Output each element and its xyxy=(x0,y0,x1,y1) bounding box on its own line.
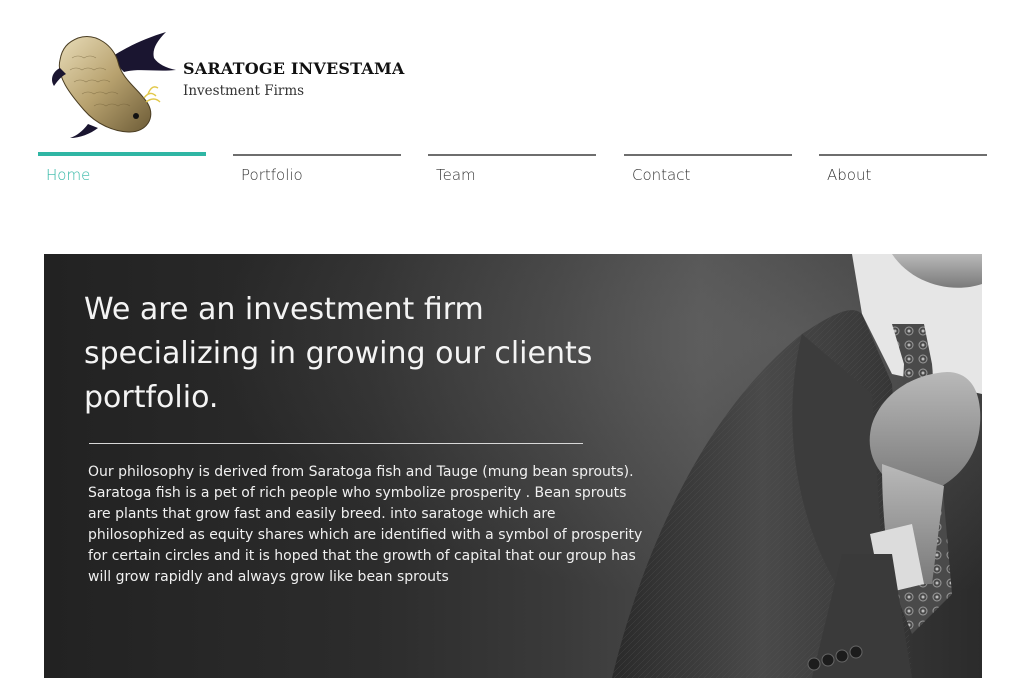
nav-item-label: Home xyxy=(46,166,91,184)
nav-divider xyxy=(428,154,596,156)
nav-active-indicator xyxy=(38,152,206,156)
nav-divider xyxy=(233,154,401,156)
nav-item-label: Team xyxy=(436,166,476,184)
logo[interactable] xyxy=(48,28,178,143)
arowana-fish-icon xyxy=(52,32,176,138)
hero-heading: We are an investment firm specializing i… xyxy=(84,292,593,415)
hero-description: Our philosophy is derived from Saratoga … xyxy=(88,464,643,585)
nav-item-team[interactable]: Team xyxy=(428,152,596,192)
nav-item-home[interactable]: Home xyxy=(38,152,206,192)
nav-item-contact[interactable]: Contact xyxy=(624,152,792,192)
nav-item-label: Portfolio xyxy=(241,166,303,184)
brand-name: SARATOGE INVESTAMA xyxy=(183,59,405,78)
nav-divider xyxy=(624,154,792,156)
hero-divider xyxy=(89,443,583,444)
nav-item-portfolio[interactable]: Portfolio xyxy=(233,152,401,192)
hero-banner: We are an investment firm specializing i… xyxy=(44,254,982,678)
nav-divider xyxy=(819,154,987,156)
nav-item-about[interactable]: About xyxy=(819,152,987,192)
nav-item-label: About xyxy=(827,166,872,184)
brand-tagline: Investment Firms xyxy=(183,83,305,99)
nav-item-label: Contact xyxy=(632,166,691,184)
